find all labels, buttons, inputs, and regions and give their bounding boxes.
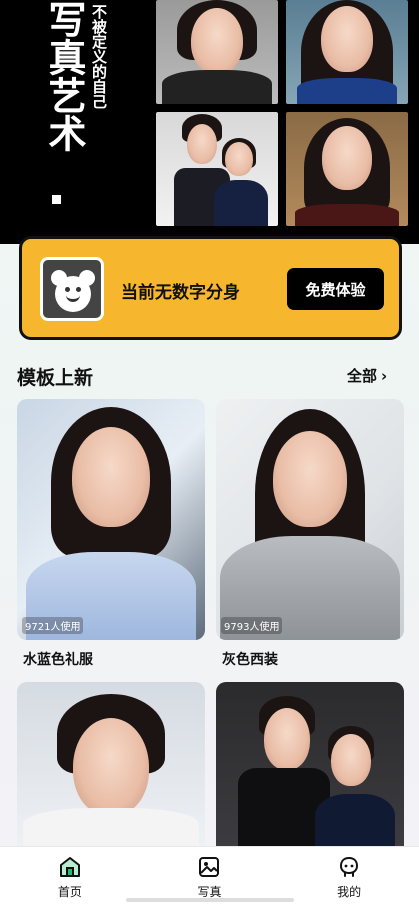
home-icon	[58, 855, 82, 879]
template-card[interactable]	[216, 682, 404, 848]
hero-photo-3	[156, 112, 278, 226]
profile-icon	[337, 855, 361, 879]
template-name: 灰色西装	[222, 652, 278, 668]
nav-label-profile: 我的	[337, 885, 362, 899]
hero-title: 写真艺术	[42, 0, 87, 152]
digital-avatar-card[interactable]: 当前无数字分身 免费体验	[19, 236, 402, 340]
hero-dot	[52, 195, 61, 204]
section-title: 模板上新	[17, 367, 94, 389]
hero-photo-2	[286, 0, 408, 104]
usage-count: 9721人使用	[22, 617, 84, 634]
avatar-status-text: 当前无数字分身	[121, 283, 240, 303]
hero-photo-1	[156, 0, 278, 104]
template-card[interactable]: 9793人使用 灰色西装	[216, 399, 404, 669]
nav-item-profile[interactable]: 我的	[299, 847, 399, 907]
hero-banner[interactable]: 写真艺术 不被定义的自己	[0, 0, 419, 244]
bear-avatar-icon	[40, 257, 104, 321]
home-indicator	[126, 898, 294, 902]
hero-photo-grid	[150, 0, 419, 230]
chevron-right-icon: ›	[381, 366, 388, 385]
photo-icon	[197, 855, 221, 879]
see-all-link[interactable]: 全部 ›	[347, 365, 387, 386]
template-card[interactable]: 9721人使用 水蓝色礼服	[17, 399, 205, 669]
hero-title-block: 写真艺术 不被定义的自己	[0, 0, 146, 244]
template-image[interactable]	[17, 682, 205, 848]
see-all-label: 全部	[347, 367, 378, 385]
template-image[interactable]	[216, 682, 404, 848]
template-name: 水蓝色礼服	[23, 652, 93, 668]
hero-subtitle: 不被定义的自己	[90, 4, 108, 109]
template-image[interactable]: 9721人使用	[17, 399, 205, 640]
hero-photo-4	[286, 112, 408, 226]
template-card[interactable]	[17, 682, 205, 848]
nav-item-home[interactable]: 首页	[20, 847, 120, 907]
nav-label-home: 首页	[57, 885, 82, 899]
free-trial-button[interactable]: 免费体验	[287, 268, 384, 310]
usage-count: 9793人使用	[221, 617, 283, 634]
template-image[interactable]: 9793人使用	[216, 399, 404, 640]
